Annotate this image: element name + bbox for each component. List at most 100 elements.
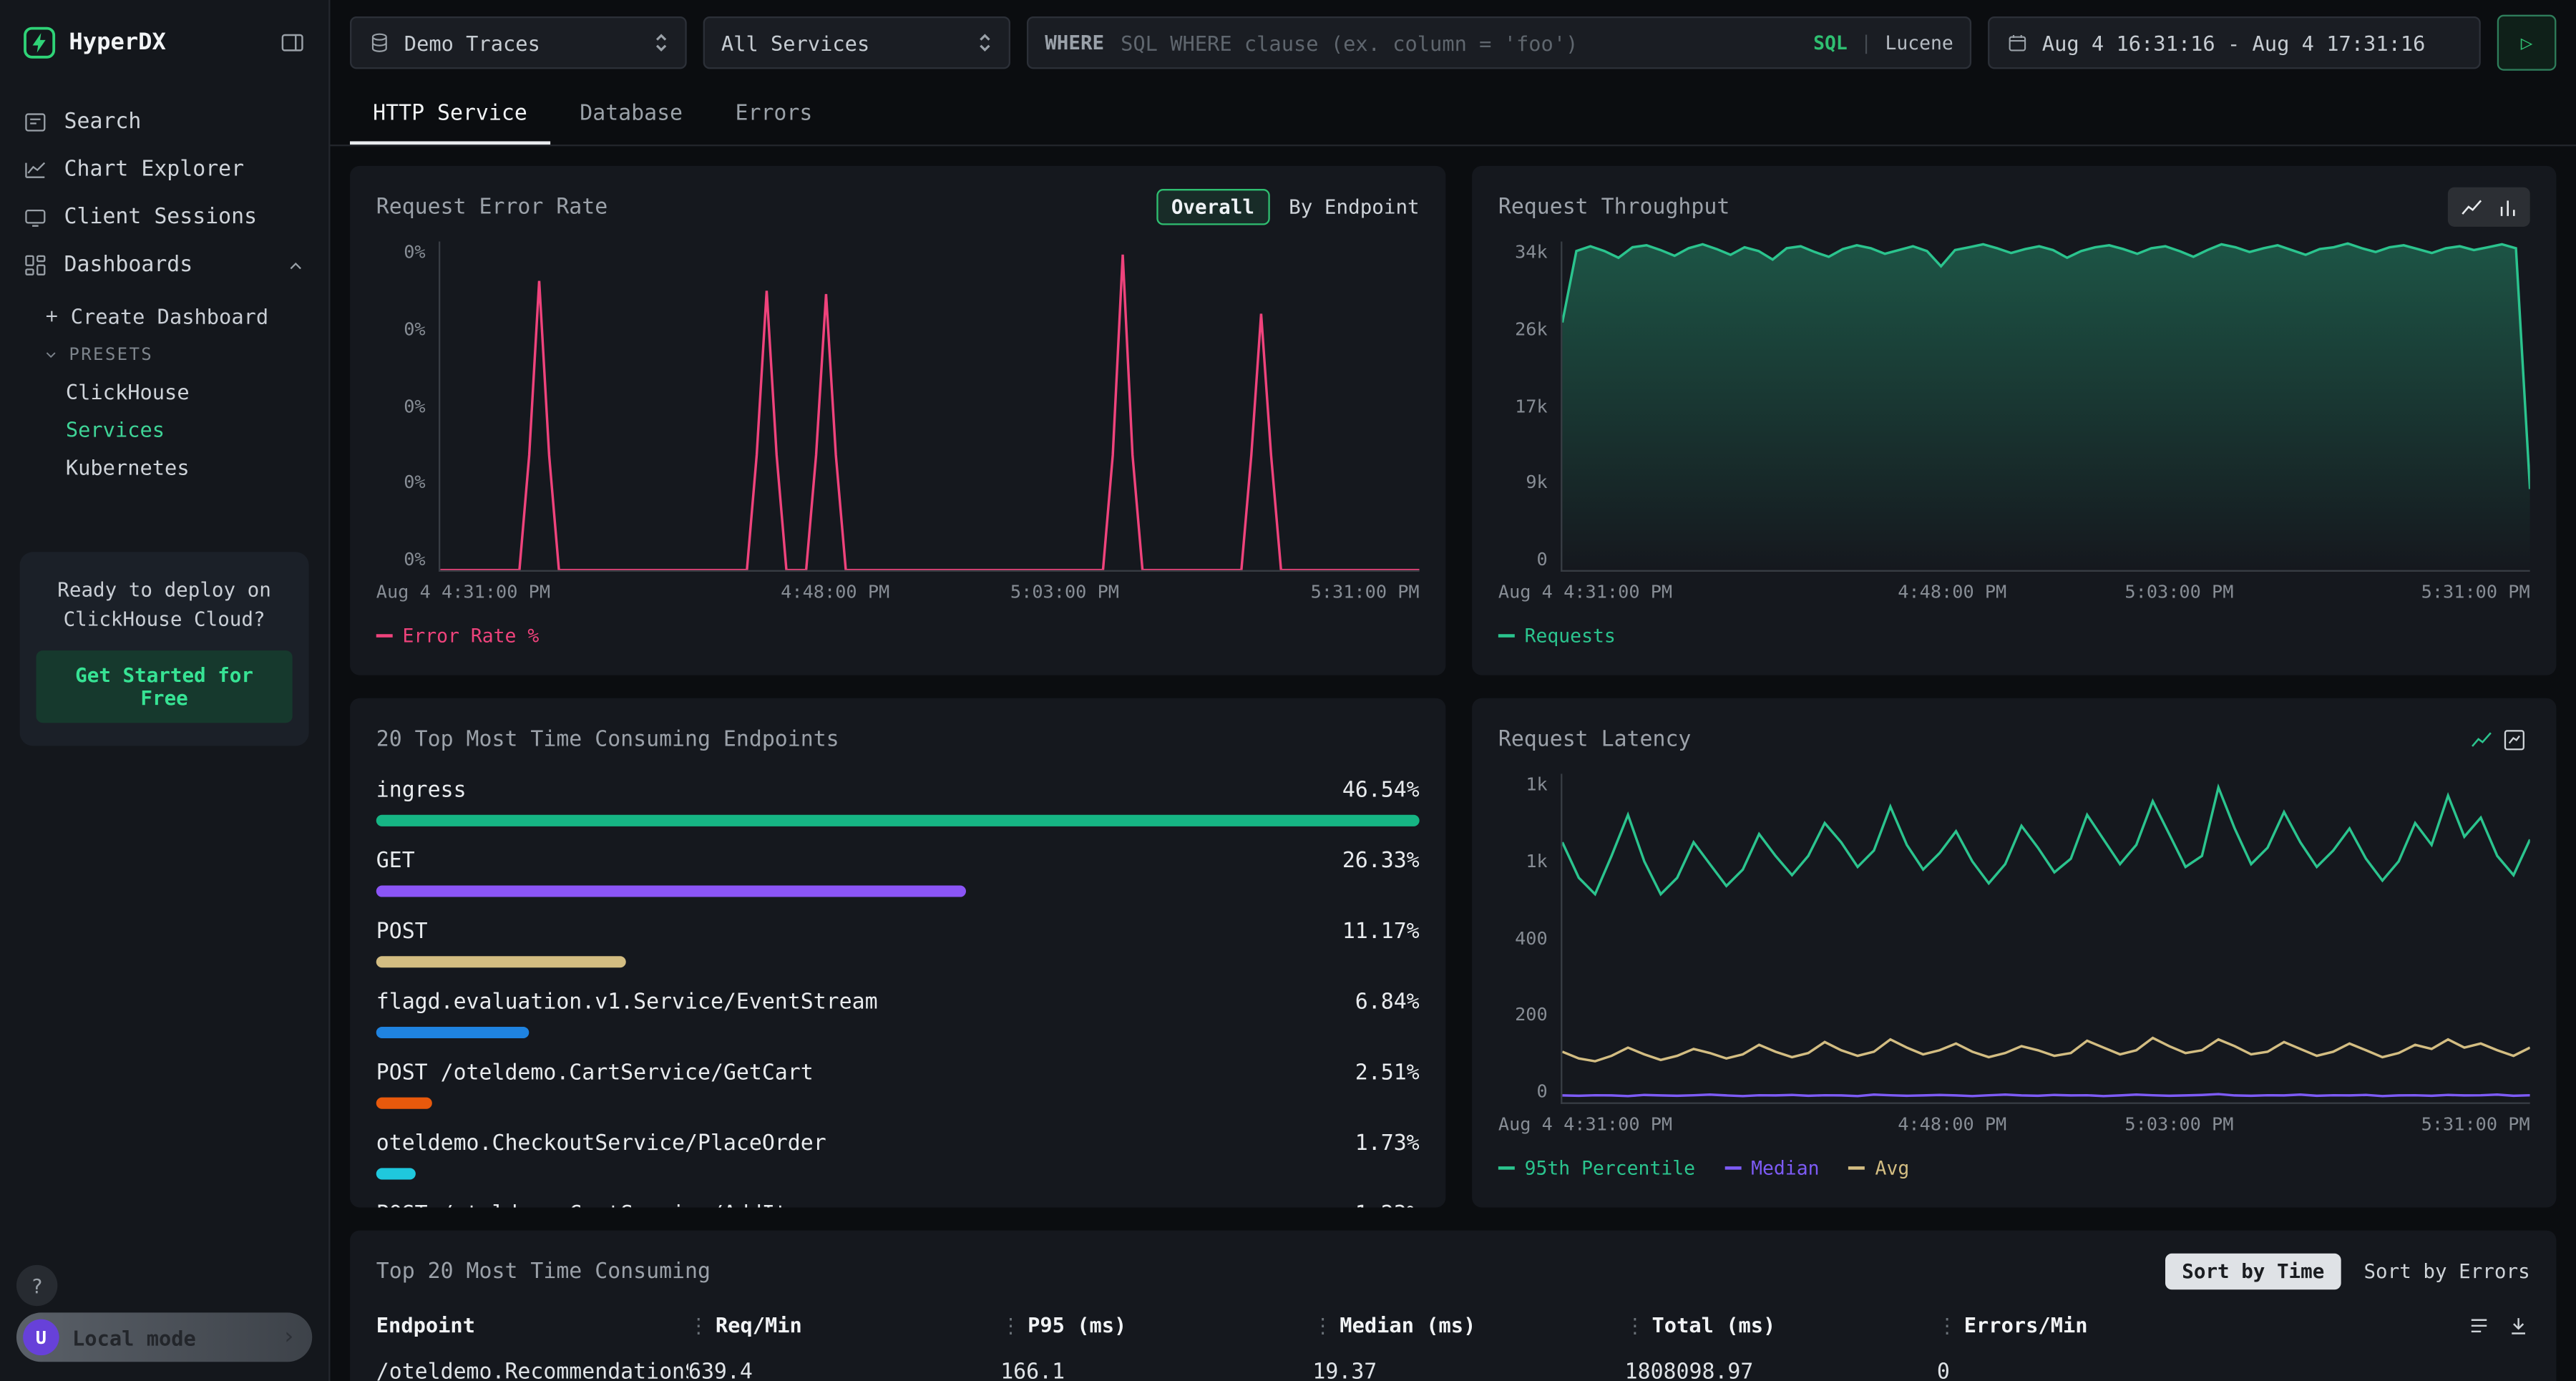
preset-kubernetes[interactable]: Kubernetes xyxy=(43,449,328,487)
get-started-button[interactable]: Get Started for Free xyxy=(36,650,293,723)
service-select[interactable]: All Services xyxy=(703,16,1010,69)
user-mode-pill[interactable]: U Local mode › xyxy=(16,1312,312,1362)
hyperdx-logo-icon xyxy=(23,26,56,59)
presets-toggle[interactable]: PRESETS xyxy=(43,337,328,374)
chevron-up-icon xyxy=(286,255,306,275)
tab-database[interactable]: Database xyxy=(557,85,706,145)
endpoint-row[interactable]: flagd.evaluation.v1.Service/EventStream6… xyxy=(376,989,1420,1038)
clickhouse-cloud-promo: Ready to deploy on ClickHouse Cloud? Get… xyxy=(20,552,309,746)
panel-title: Top 20 Most Time Consuming xyxy=(376,1259,2166,1284)
source-select-value: Demo Traces xyxy=(404,30,641,54)
endpoint-row[interactable]: POST /oteldemo.CartService/AddItem1.23% xyxy=(376,1201,1420,1207)
sidebar-item-client-sessions[interactable]: Client Sessions xyxy=(0,194,328,242)
column-header-p95[interactable]: P95 (ms) xyxy=(1000,1312,1312,1337)
main-area: Demo Traces All Services WHERE SQL | Luc… xyxy=(330,0,2575,1381)
sort-by-time-button[interactable]: Sort by Time xyxy=(2165,1254,2341,1290)
select-chevrons-icon xyxy=(654,31,669,54)
x-axis-labels: Aug 4 4:31:00 PM 4:48:00 PM 5:03:00 PM 5… xyxy=(376,582,1420,605)
legend-requests[interactable]: Requests xyxy=(1498,624,1616,647)
overall-toggle-button[interactable]: Overall xyxy=(1156,189,1269,225)
endpoint-row[interactable]: POST11.17% xyxy=(376,918,1420,967)
column-drag-icon xyxy=(1937,1312,1958,1337)
dashboards-subnav: Create Dashboard PRESETS ClickHouse Serv… xyxy=(0,289,328,487)
column-header-req-min[interactable]: Req/Min xyxy=(688,1312,1000,1337)
mode-label: Local mode xyxy=(72,1325,282,1350)
x-axis-labels: Aug 4 4:31:00 PM 4:48:00 PM 5:03:00 PM 5… xyxy=(1498,1114,2530,1137)
tab-http-service[interactable]: HTTP Service xyxy=(350,85,550,145)
create-dashboard-label: Create Dashboard xyxy=(71,304,268,328)
y-axis-labels: 34k26k17k9k0 xyxy=(1498,241,1561,570)
preset-services[interactable]: Services xyxy=(43,411,328,449)
panel-title: Request Throughput xyxy=(1498,195,2448,219)
sidebar-item-label: Search xyxy=(64,110,142,135)
promo-text-line2: ClickHouse Cloud? xyxy=(36,605,293,634)
collapse-sidebar-icon[interactable] xyxy=(279,29,306,56)
by-endpoint-toggle-button[interactable]: By Endpoint xyxy=(1289,195,1419,218)
sidebar-item-search[interactable]: Search xyxy=(0,99,328,147)
throughput-chart[interactable] xyxy=(1561,241,2530,571)
box-chart-toggle-icon[interactable] xyxy=(2497,724,2530,753)
panel-title: Request Latency xyxy=(1498,727,2464,751)
y-axis-labels: 0%0%0%0%0% xyxy=(376,241,439,570)
panel-title: 20 Top Most Time Consuming Endpoints xyxy=(376,727,1420,751)
chart-type-switcher xyxy=(2448,187,2530,227)
presets-label: PRESETS xyxy=(69,345,153,365)
list-details-icon[interactable] xyxy=(2467,1314,2490,1337)
panel-top-endpoints: 20 Top Most Time Consuming Endpoints ing… xyxy=(350,698,1445,1208)
search-list-icon xyxy=(23,110,47,135)
column-header-endpoint[interactable]: Endpoint xyxy=(376,1312,688,1337)
bar-chart-toggle-icon[interactable] xyxy=(2491,192,2524,222)
sql-language-toggle[interactable]: SQL xyxy=(1813,31,1848,54)
column-drag-icon xyxy=(1625,1312,1646,1337)
legend-error-rate[interactable]: Error Rate % xyxy=(376,624,540,647)
error-rate-chart[interactable] xyxy=(439,241,1420,571)
column-header-errors-min[interactable]: Errors/Min xyxy=(1937,1312,2216,1337)
plus-icon xyxy=(43,307,61,325)
column-header-median[interactable]: Median (ms) xyxy=(1312,1312,1624,1337)
line-chart-toggle-icon[interactable] xyxy=(2464,724,2497,753)
endpoint-bar xyxy=(376,1027,530,1038)
sidebar-item-chart-explorer[interactable]: Chart Explorer xyxy=(0,146,328,194)
tab-errors[interactable]: Errors xyxy=(712,85,835,145)
endpoint-bar xyxy=(376,956,627,967)
preset-clickhouse[interactable]: ClickHouse xyxy=(43,373,328,411)
search-box[interactable]: WHERE SQL | Lucene xyxy=(1027,16,1971,69)
legend-avg[interactable]: Avg xyxy=(1849,1156,1909,1179)
sidebar: HyperDX Search Chart Explorer xyxy=(0,0,330,1381)
endpoint-bar xyxy=(376,815,1420,826)
column-header-total[interactable]: Total (ms) xyxy=(1625,1312,1937,1337)
panel-title: Request Error Rate xyxy=(376,195,1156,219)
panel-request-latency: Request Latency 1k1k4002000 xyxy=(1472,698,2556,1208)
download-icon[interactable] xyxy=(2507,1314,2530,1337)
x-axis-labels: Aug 4 4:31:00 PM 4:48:00 PM 5:03:00 PM 5… xyxy=(1498,582,2530,605)
run-query-button[interactable]: ▷ xyxy=(2497,15,2557,71)
endpoint-bar xyxy=(376,1168,415,1179)
create-dashboard-button[interactable]: Create Dashboard xyxy=(43,296,328,336)
endpoint-row[interactable]: GET26.33% xyxy=(376,848,1420,897)
time-range-picker[interactable]: Aug 4 16:31:16 - Aug 4 17:31:16 xyxy=(1988,16,2481,69)
y-axis-labels: 1k1k4002000 xyxy=(1498,774,1561,1102)
legend-median[interactable]: Median xyxy=(1724,1156,1819,1179)
source-select[interactable]: Demo Traces xyxy=(350,16,687,69)
dashboard-grid: Request Error Rate Overall By Endpoint 0… xyxy=(330,146,2575,1381)
sidebar-item-label: Dashboards xyxy=(64,253,193,278)
avatar: U xyxy=(23,1319,59,1356)
sidebar-item-label: Client Sessions xyxy=(64,205,258,230)
dashboard-grid-icon xyxy=(23,253,47,278)
app-window: HyperDX Search Chart Explorer xyxy=(0,0,2576,1381)
sidebar-item-label: Chart Explorer xyxy=(64,157,245,182)
table-row[interactable]: /oteldemo.RecommendationServ 639.4 166.1… xyxy=(376,1360,2530,1381)
help-button[interactable]: ? xyxy=(16,1265,57,1306)
endpoint-row[interactable]: ingress46.54% xyxy=(376,777,1420,826)
search-input[interactable] xyxy=(1117,29,1800,57)
sort-by-errors-button[interactable]: Sort by Errors xyxy=(2363,1260,2529,1283)
lucene-language-toggle[interactable]: Lucene xyxy=(1885,31,1953,54)
latency-chart[interactable] xyxy=(1561,774,2530,1103)
language-divider: | xyxy=(1860,31,1872,54)
sidebar-item-dashboards[interactable]: Dashboards xyxy=(0,241,328,289)
line-chart-toggle-icon[interactable] xyxy=(2454,192,2487,222)
endpoint-row[interactable]: oteldemo.CheckoutService/PlaceOrder1.73% xyxy=(376,1131,1420,1180)
endpoint-row[interactable]: POST /oteldemo.CartService/GetCart2.51% xyxy=(376,1060,1420,1109)
legend-95th-percentile[interactable]: 95th Percentile xyxy=(1498,1156,1695,1179)
promo-text-line1: Ready to deploy on xyxy=(36,575,293,605)
